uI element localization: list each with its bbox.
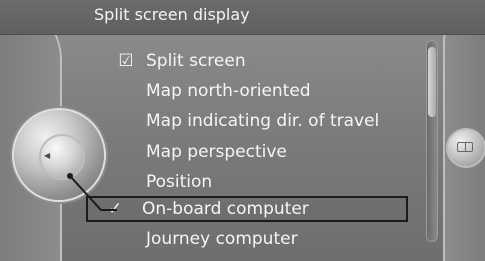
- split-view-button[interactable]: [446, 128, 485, 168]
- scrollbar[interactable]: [426, 40, 438, 242]
- menu-item-label: Map north-oriented: [146, 81, 311, 101]
- menu-item-map-perspective[interactable]: Map perspective: [112, 139, 410, 165]
- menu-item-journey-computer[interactable]: Journey computer: [112, 226, 410, 252]
- menu-item-position[interactable]: Position: [112, 169, 410, 195]
- menu-item-map-north-oriented[interactable]: Map north-oriented: [112, 78, 410, 104]
- page-title: Split screen display: [94, 5, 250, 24]
- menu-item-map-direction-of-travel[interactable]: Map indicating dir. of travel: [112, 108, 410, 134]
- menu-item-label: Map indicating dir. of travel: [146, 111, 380, 131]
- scrollbar-thumb[interactable]: [428, 47, 436, 117]
- title-bar: Split screen display: [0, 0, 485, 35]
- menu-item-label: Journey computer: [146, 229, 298, 249]
- menu-item-label: Split screen: [146, 51, 246, 71]
- menu-item-split-screen[interactable]: ☑ Split screen: [112, 48, 410, 74]
- menu-item-on-board-computer[interactable]: ✓ On-board computer: [86, 196, 408, 222]
- menu-item-label: On-board computer: [142, 199, 309, 219]
- chevron-left-icon: ◀: [44, 151, 51, 160]
- callout-line: [67, 173, 117, 211]
- checkbox-icon[interactable]: ☑: [112, 51, 140, 71]
- idrive-screen: Split screen display ☑ Split screen Map …: [0, 0, 485, 261]
- split-view-icon: [457, 142, 473, 152]
- menu-item-label: Position: [146, 172, 213, 192]
- menu-item-label: Map perspective: [146, 142, 287, 162]
